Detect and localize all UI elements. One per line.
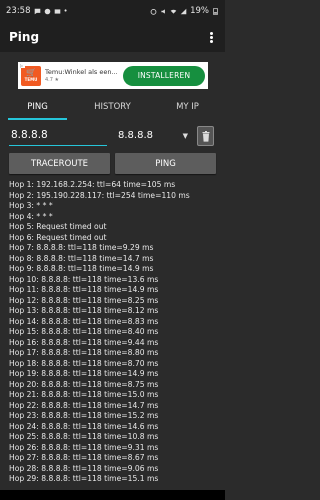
mail-icon (54, 8, 60, 14)
temu-logo-icon: 🛒 TEMU (21, 65, 41, 86)
overflow-menu-icon[interactable] (206, 29, 216, 45)
status-bar: 23:58 • 19% (0, 0, 225, 22)
wifi-icon (170, 9, 177, 14)
output-line: Hop 9: 8.8.8.8: ttl=118 time=14.9 ms (9, 264, 154, 274)
delete-history-button[interactable] (197, 126, 214, 146)
app-screen: 23:58 • 19% Ping 🛒 TEMU Temu:Winkel als … (0, 0, 225, 500)
output-line: Hop 28: 8.8.8.8: ttl=118 time=9.06 ms (9, 463, 159, 473)
output-line: Hop 21: 8.8.8.8: ttl=118 time=15.0 ms (9, 390, 159, 400)
host-dropdown[interactable]: 8.8.8.8 ▼ (116, 125, 190, 146)
output-line: Hop 4: * * * (9, 211, 53, 221)
output-line: Hop 16: 8.8.8.8: ttl=118 time=9.44 ms (9, 337, 159, 347)
clock: 23:58 (6, 6, 31, 16)
ad-title: Temu:Winkel als een... (45, 68, 118, 76)
status-left: 23:58 • (6, 6, 68, 16)
host-dropdown-value: 8.8.8.8 (118, 130, 153, 141)
status-right: 19% (150, 6, 219, 16)
signal-icon (180, 8, 187, 14)
alarm-icon (150, 8, 157, 15)
output-line: Hop 3: * * * (9, 201, 53, 211)
traceroute-button[interactable]: TRACEROUTE (9, 153, 110, 174)
ad-banner[interactable]: 🛒 TEMU Temu:Winkel als een... 4.7 ★ INST… (18, 62, 208, 89)
app-title: Ping (9, 30, 40, 44)
tab-ping[interactable]: PING (0, 94, 75, 120)
chat-icon (34, 8, 40, 14)
messenger-icon (44, 8, 50, 14)
output-line: Hop 18: 8.8.8.8: ttl=118 time=8.70 ms (9, 358, 159, 368)
output-line: Hop 25: 8.8.8.8: ttl=118 time=10.8 ms (9, 432, 159, 442)
output-line: Hop 11: 8.8.8.8: ttl=118 time=14.9 ms (9, 285, 159, 295)
output-line: Hop 15: 8.8.8.8: ttl=118 time=8.40 ms (9, 327, 159, 337)
output-line: Hop 27: 8.8.8.8: ttl=118 time=8.67 ms (9, 453, 159, 463)
chevron-down-icon: ▼ (182, 131, 188, 140)
output-line: Hop 19: 8.8.8.8: ttl=118 time=14.9 ms (9, 369, 159, 379)
output-line: Hop 10: 8.8.8.8: ttl=118 time=13.6 ms (9, 274, 159, 284)
output-line: Hop 6: Request timed out (9, 232, 107, 242)
output-line: Hop 2: 195.190.228.117: ttl=254 time=110… (9, 190, 190, 200)
output-line: Hop 29: 8.8.8.8: ttl=118 time=15.1 ms (9, 474, 159, 484)
ad-rating: 4.7 ★ (45, 77, 60, 83)
output-line: Hop 12: 8.8.8.8: ttl=118 time=8.25 ms (9, 295, 159, 305)
output-line: Hop 5: Request timed out (9, 222, 107, 232)
ping-button[interactable]: PING (115, 153, 216, 174)
output-line: Hop 17: 8.8.8.8: ttl=118 time=8.80 ms (9, 348, 159, 358)
tab-my-ip[interactable]: MY IP (150, 94, 225, 120)
ad-text: Temu:Winkel als een... 4.7 ★ (45, 68, 119, 83)
output-line: Hop 13: 8.8.8.8: ttl=118 time=8.12 ms (9, 306, 159, 316)
battery-percent: 19% (190, 6, 209, 16)
output-line: Hop 24: 8.8.8.8: ttl=118 time=14.6 ms (9, 421, 159, 431)
output-line: Hop 23: 8.8.8.8: ttl=118 time=15.2 ms (9, 411, 159, 421)
battery-icon (213, 7, 218, 15)
mute-icon (161, 8, 165, 14)
more-notifications-icon: • (63, 7, 68, 15)
tab-history[interactable]: HISTORY (75, 94, 150, 120)
output-line: Hop 26: 8.8.8.8: ttl=118 time=9.31 ms (9, 442, 159, 452)
output-line: Hop 1: 192.168.2.254: ttl=64 time=105 ms (9, 180, 176, 189)
output-line: Hop 8: 8.8.8.8: ttl=118 time=14.7 ms (9, 253, 154, 263)
install-button[interactable]: INSTALLEREN (123, 65, 205, 86)
output-line: Hop 14: 8.8.8.8: ttl=118 time=8.83 ms (9, 316, 159, 326)
system-nav-bar (0, 490, 225, 500)
output-line: Hop 7: 8.8.8.8: ttl=118 time=9.29 ms (9, 243, 154, 253)
ad-choices-icon[interactable]: ▷ (18, 62, 25, 68)
app-bar: Ping (0, 22, 225, 52)
host-input[interactable] (9, 125, 107, 146)
traceroute-output: Hop 1: 192.168.2.254: ttl=64 time=105 ms… (9, 180, 219, 490)
tab-bar: PING HISTORY MY IP (0, 94, 225, 120)
input-row: 8.8.8.8 ▼ (0, 125, 225, 147)
trash-icon (202, 130, 209, 142)
output-line: Hop 22: 8.8.8.8: ttl=118 time=14.7 ms (9, 400, 159, 410)
output-line: Hop 20: 8.8.8.8: ttl=118 time=8.75 ms (9, 379, 159, 389)
